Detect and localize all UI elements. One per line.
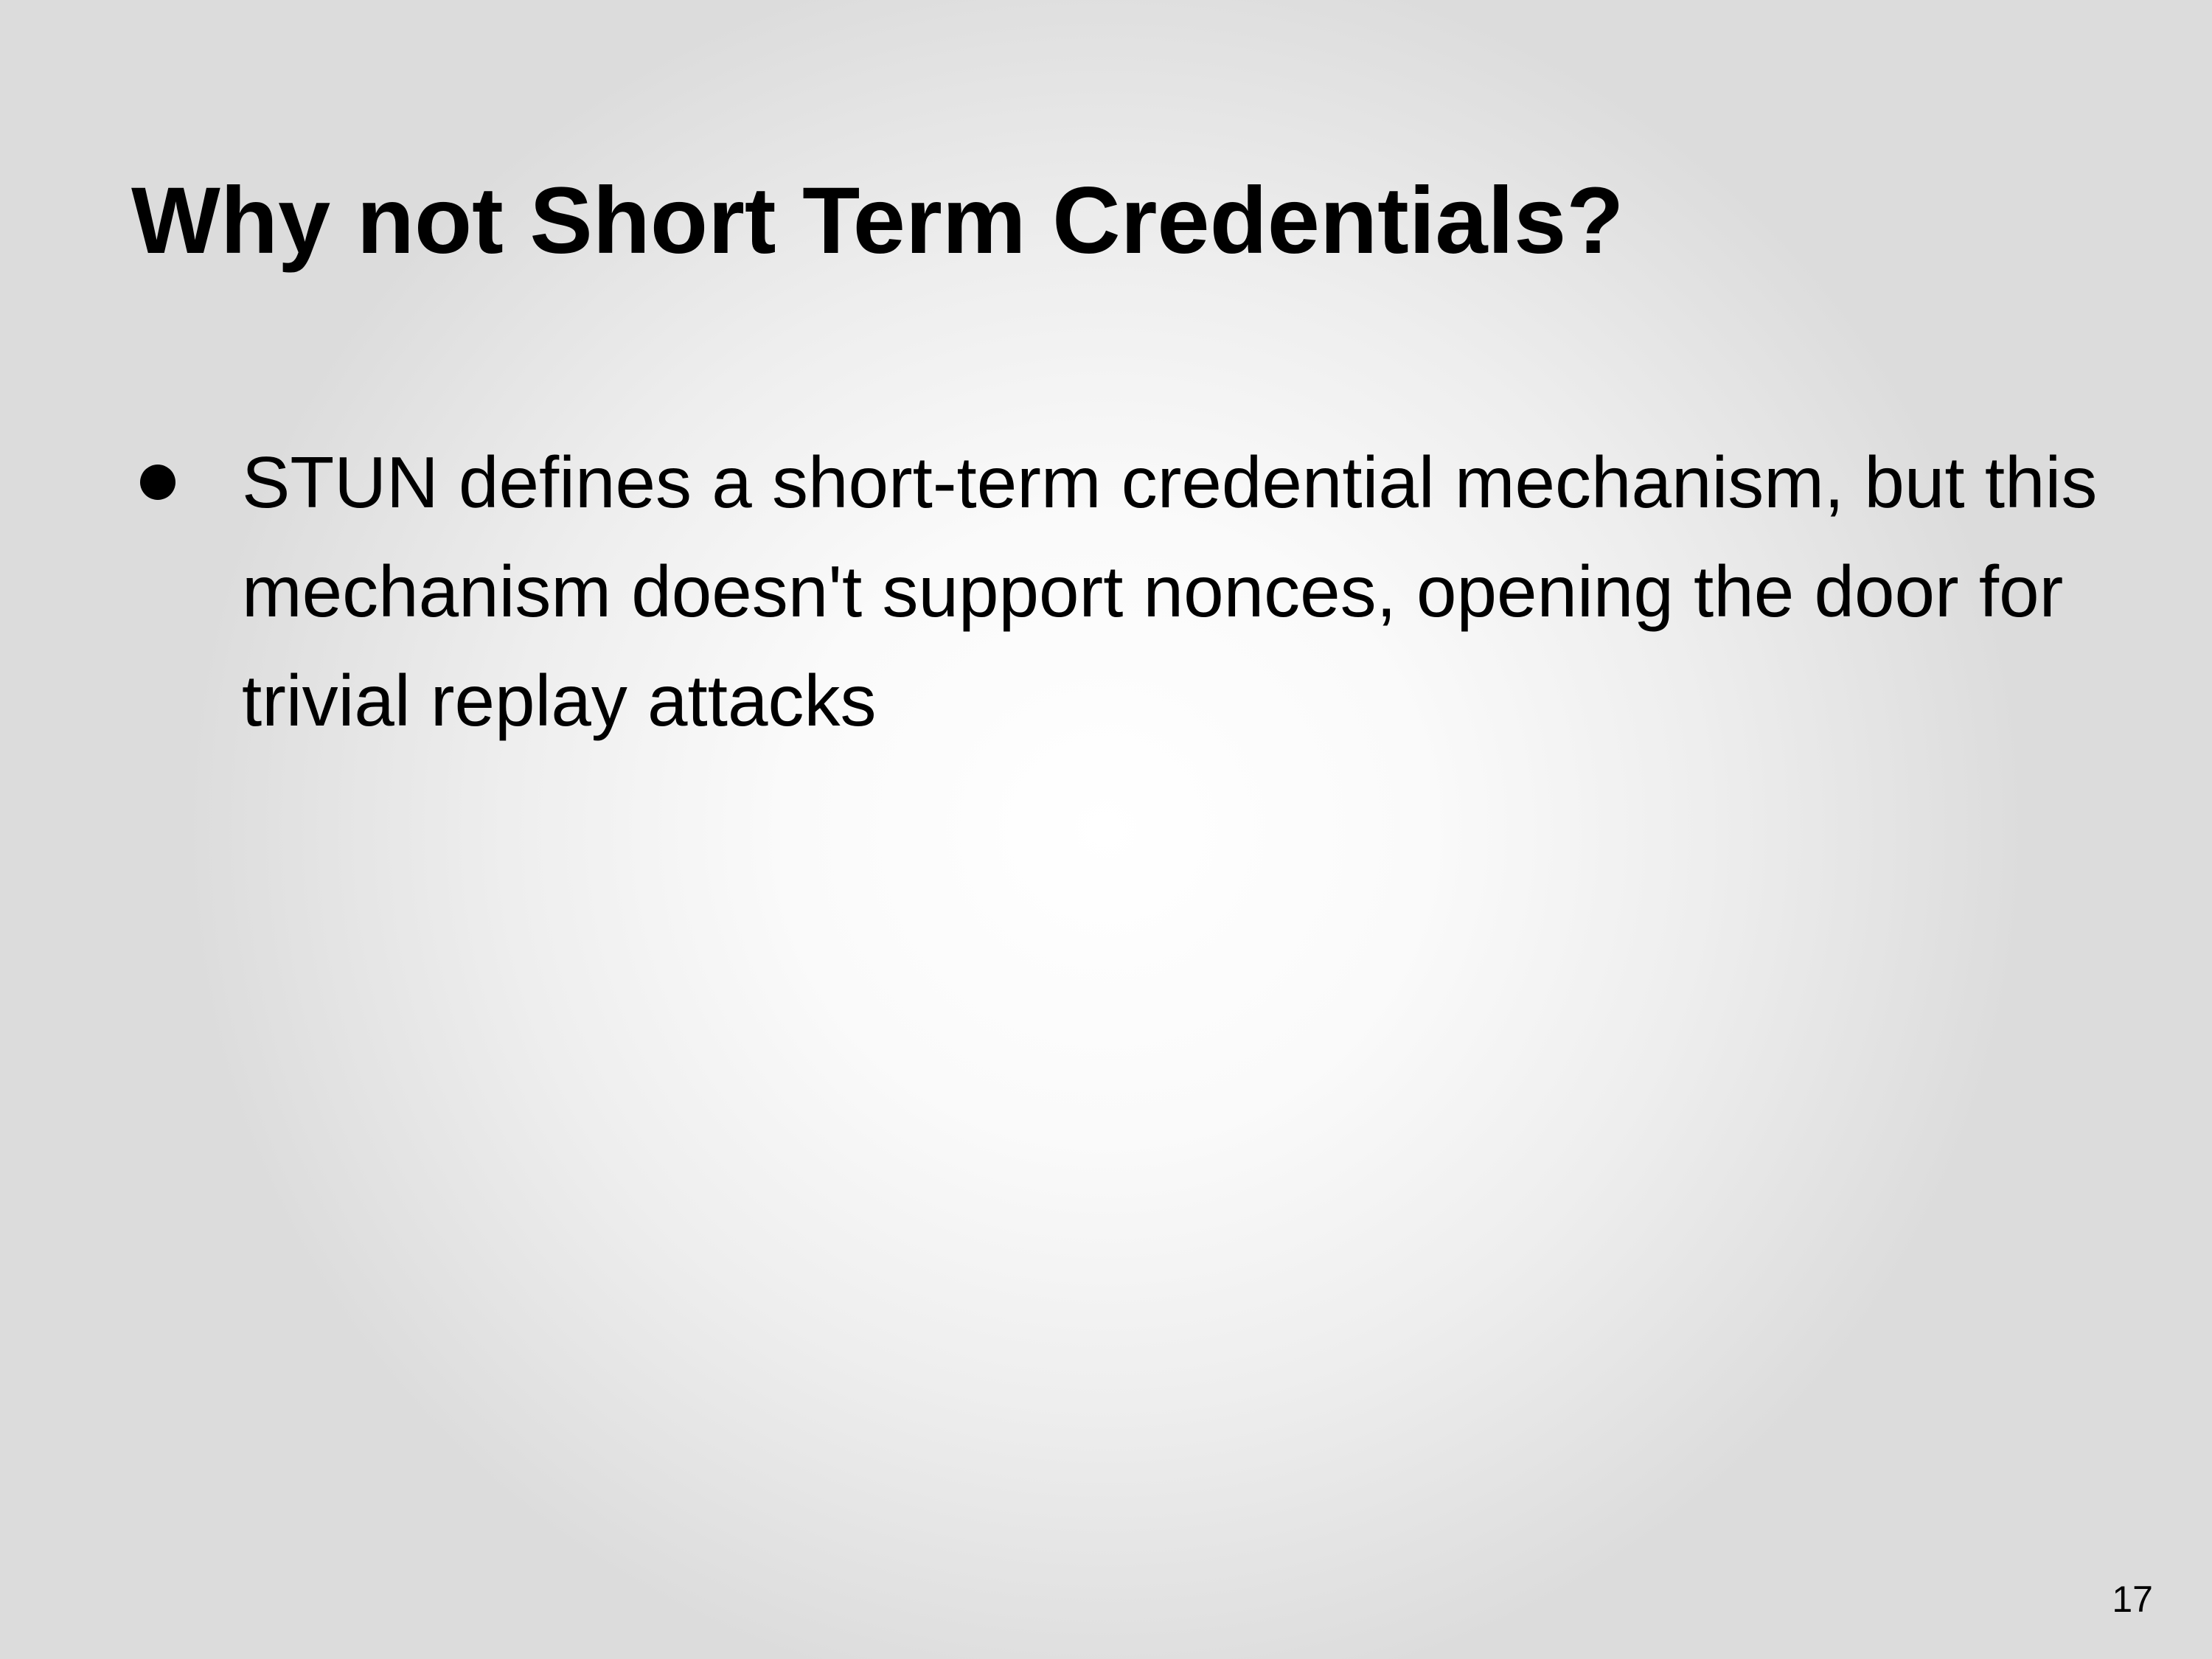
slide: Why not Short Term Credentials? STUN def… [0, 0, 2212, 1659]
page-number: 17 [2112, 1579, 2153, 1620]
bullet-text: STUN defines a short-term credential mec… [242, 442, 2098, 741]
bullet-dot-icon [140, 465, 175, 500]
bullet-list: STUN defines a short-term credential mec… [131, 428, 2122, 755]
slide-title: Why not Short Term Credentials? [131, 168, 1624, 274]
bullet-item: STUN defines a short-term credential mec… [131, 428, 2122, 755]
